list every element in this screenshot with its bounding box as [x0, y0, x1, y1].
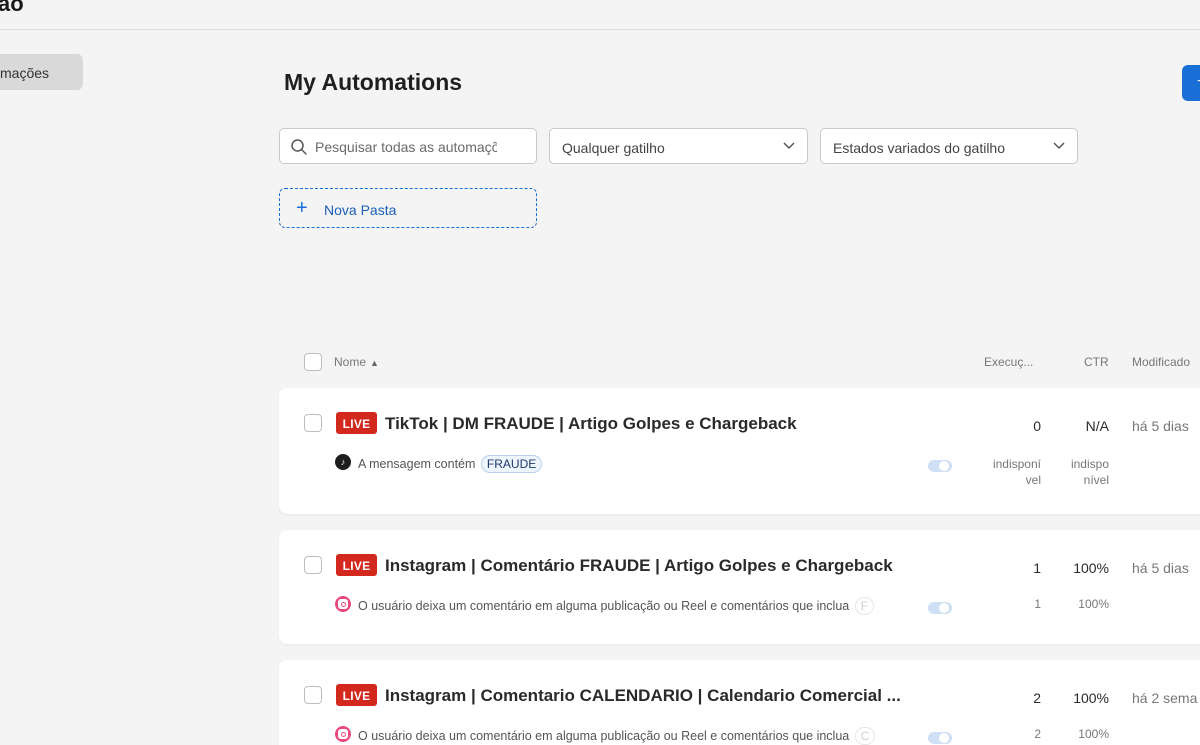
keyword-chip: FRAUDE	[480, 455, 543, 473]
ctr-value: 100%	[1073, 560, 1109, 576]
modified-date: há 5 dias	[1132, 560, 1189, 576]
automation-row[interactable]: LIVE TikTok | DM FRAUDE | Artigo Golpes …	[279, 388, 1200, 514]
status-toggle[interactable]	[928, 460, 952, 472]
plus-icon: +	[296, 197, 308, 219]
executions-subvalue: indisponí vel	[992, 457, 1041, 487]
chevron-down-icon	[1053, 142, 1065, 150]
trigger-state-select[interactable]: Estados variados do gatilho	[820, 128, 1078, 164]
row-checkbox[interactable]	[304, 686, 322, 704]
page-title: My Automations	[284, 69, 463, 95]
executions-subvalue: 2	[1034, 727, 1041, 741]
ctr-subvalue: 100%	[1078, 727, 1109, 741]
trigger-filter-value: Qualquer gatilho	[562, 140, 665, 156]
top-bar: ão	[0, 0, 1200, 30]
ctr-subvalue: indispo nível	[1070, 457, 1109, 487]
automation-title[interactable]: TikTok | DM FRAUDE | Artigo Golpes e Cha…	[385, 414, 797, 434]
keyword-chip: F	[854, 597, 875, 615]
executions-value: 0	[1033, 418, 1041, 434]
modified-date: há 5 dias	[1132, 418, 1189, 434]
tiktok-icon: ♪	[335, 454, 351, 470]
executions-value: 2	[1033, 690, 1041, 706]
live-badge: LIVE	[336, 684, 377, 706]
create-automation-button[interactable]: +	[1182, 65, 1200, 101]
column-header-name[interactable]: Nome ▲︎	[334, 355, 379, 369]
ctr-value: N/A	[1085, 418, 1109, 434]
automation-row[interactable]: LIVE Instagram | Comentario CALENDARIO |…	[279, 660, 1200, 745]
keyword-chip: C	[854, 727, 876, 745]
new-folder-button[interactable]: + Nova Pasta	[279, 188, 537, 228]
trigger-description: A mensagem contém FRAUDE	[358, 455, 543, 473]
select-all-checkbox[interactable]	[304, 353, 322, 371]
row-checkbox[interactable]	[304, 556, 322, 574]
ctr-value: 100%	[1073, 690, 1109, 706]
search-input[interactable]	[315, 137, 497, 157]
instagram-icon	[335, 596, 351, 612]
trigger-filter-select[interactable]: Qualquer gatilho	[549, 128, 808, 164]
search-icon	[291, 139, 307, 155]
status-toggle[interactable]	[928, 602, 952, 614]
trigger-description: O usuário deixa um comentário em alguma …	[358, 597, 888, 615]
row-checkbox[interactable]	[304, 414, 322, 432]
status-toggle[interactable]	[928, 732, 952, 744]
live-badge: LIVE	[336, 554, 377, 576]
executions-subvalue: 1	[1034, 597, 1041, 611]
trigger-state-value: Estados variados do gatilho	[833, 140, 1005, 156]
ctr-subvalue: 100%	[1078, 597, 1109, 611]
live-badge: LIVE	[336, 412, 377, 434]
column-header-modified[interactable]: Modificado	[1132, 355, 1190, 369]
sidebar-item-automations[interactable]: mações	[0, 54, 83, 90]
instagram-icon	[335, 726, 351, 742]
search-box[interactable]	[279, 128, 537, 164]
automation-row[interactable]: LIVE Instagram | Comentário FRAUDE | Art…	[279, 530, 1200, 644]
executions-value: 1	[1033, 560, 1041, 576]
modified-date: há 2 sema	[1132, 690, 1198, 706]
trigger-description: O usuário deixa um comentário em alguma …	[358, 727, 888, 745]
automation-title[interactable]: Instagram | Comentario CALENDARIO | Cale…	[385, 686, 901, 706]
column-header-ctr[interactable]: CTR	[1084, 355, 1109, 369]
automation-title[interactable]: Instagram | Comentário FRAUDE | Artigo G…	[385, 556, 893, 576]
column-header-executions[interactable]: Execuç...	[984, 355, 1033, 369]
chevron-down-icon	[783, 142, 795, 150]
new-folder-label: Nova Pasta	[324, 202, 397, 218]
app-title: ão	[0, 0, 24, 16]
sort-icon: ▲︎	[370, 358, 379, 368]
